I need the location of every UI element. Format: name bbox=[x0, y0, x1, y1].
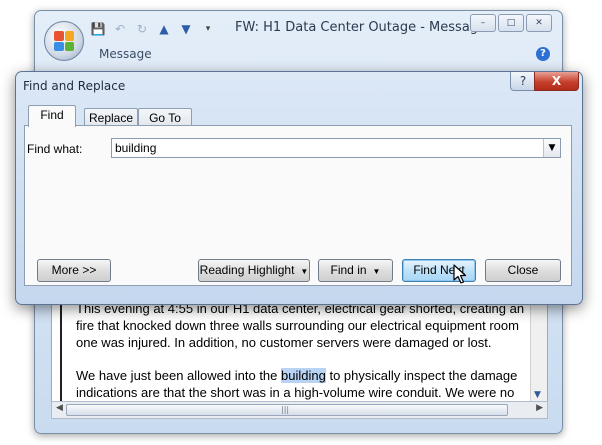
find-what-label: Find what: bbox=[27, 142, 83, 156]
body-line: one was injured. In addition, no custome… bbox=[76, 335, 492, 350]
window-title: FW: H1 Data Center Outage - Messag... bbox=[235, 20, 491, 35]
undo-icon[interactable]: ↶ bbox=[112, 21, 128, 37]
customize-toolbar-icon[interactable]: ▾ bbox=[200, 21, 216, 37]
more-button[interactable]: More >> bbox=[37, 259, 111, 282]
reading-highlight-label: Reading Highlight bbox=[199, 263, 295, 277]
next-item-icon[interactable]: ▼ bbox=[178, 21, 194, 37]
scroll-grip-icon: ||| bbox=[281, 405, 290, 414]
reading-highlight-button[interactable]: Reading Highlight ▼ bbox=[198, 259, 310, 282]
chevron-down-icon: ▼ bbox=[300, 267, 309, 276]
tab-find[interactable]: Find bbox=[28, 105, 76, 127]
mouse-pointer-icon bbox=[453, 264, 467, 284]
find-in-button[interactable]: Find in ▼ bbox=[318, 259, 393, 282]
minimize-button[interactable]: – bbox=[470, 14, 496, 32]
find-what-input[interactable]: building ▼ bbox=[111, 138, 561, 158]
find-in-label: Find in bbox=[330, 263, 367, 277]
close-button[interactable]: Close bbox=[485, 259, 561, 282]
save-icon[interactable]: 💾 bbox=[90, 21, 106, 37]
find-what-value: building bbox=[115, 141, 157, 155]
find-replace-dialog: Find and Replace ? X Find Replace Go To … bbox=[15, 71, 583, 305]
text-before-match: We have just been allowed into the bbox=[76, 368, 282, 383]
quick-access-toolbar: 💾 ↶ ↻ ▲ ▼ ▾ bbox=[90, 21, 216, 37]
chevron-down-icon: ▼ bbox=[372, 267, 381, 276]
help-icon[interactable]: ? bbox=[536, 47, 550, 61]
body-line: indications are that the short was in a … bbox=[76, 385, 515, 400]
tab-message[interactable]: Message bbox=[99, 47, 152, 61]
scroll-down-arrow-icon[interactable]: ▼ bbox=[534, 390, 541, 400]
body-line: fire that knocked down three walls surro… bbox=[76, 318, 519, 333]
redo-icon[interactable]: ↻ bbox=[134, 21, 150, 37]
office-button[interactable] bbox=[44, 21, 84, 61]
search-match-highlight: building bbox=[281, 368, 326, 383]
maximize-button[interactable]: □ bbox=[498, 14, 524, 32]
quote-bar bbox=[60, 299, 62, 402]
window-controls: – □ ✕ bbox=[470, 14, 552, 32]
vertical-scrollbar[interactable]: ▼ bbox=[530, 299, 547, 402]
message-body[interactable]: This evening at 4:55 in our H1 data cent… bbox=[51, 298, 548, 403]
find-history-dropdown[interactable]: ▼ bbox=[543, 139, 560, 157]
horizontal-scrollbar[interactable]: ◀ ||| ▶ bbox=[51, 401, 548, 419]
dialog-close-button[interactable]: X bbox=[534, 72, 579, 91]
dialog-help-button[interactable]: ? bbox=[510, 72, 536, 91]
dialog-title: Find and Replace bbox=[23, 79, 126, 93]
office-logo-icon bbox=[54, 31, 74, 51]
horizontal-scroll-thumb[interactable]: ||| bbox=[66, 404, 508, 416]
close-window-button[interactable]: ✕ bbox=[526, 14, 552, 32]
scroll-left-arrow-icon[interactable]: ◀ bbox=[56, 403, 63, 413]
body-line-with-match: We have just been allowed into the build… bbox=[76, 368, 517, 383]
scroll-right-arrow-icon[interactable]: ▶ bbox=[536, 403, 543, 413]
text-after-match: to physically inspect the damage bbox=[325, 368, 518, 383]
previous-item-icon[interactable]: ▲ bbox=[156, 21, 172, 37]
